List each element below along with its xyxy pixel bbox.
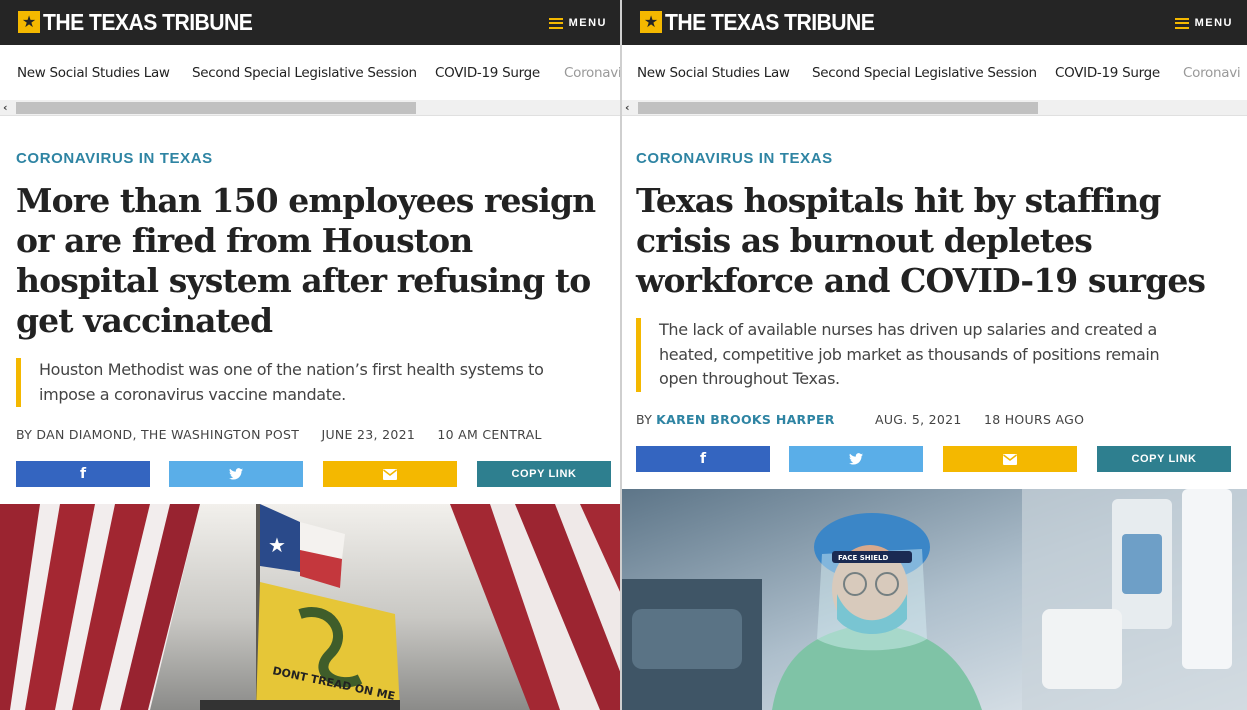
scroll-left-arrow-icon[interactable]: ‹ — [625, 101, 630, 115]
copy-link-label: COPY LINK — [1131, 453, 1197, 465]
scroll-thumb[interactable] — [16, 102, 416, 114]
byline-prefix: BY KAREN BROOKS HARPER — [636, 412, 835, 427]
topic-nav: New Social Studies Law Second Special Le… — [622, 45, 1247, 100]
nav-scrollbar[interactable]: ‹ — [622, 100, 1247, 116]
site-header: ★ THE TEXAS TRIBUNE MENU — [0, 0, 621, 45]
hamburger-icon — [1174, 17, 1189, 29]
nav-scrollbar[interactable]: ‹ — [0, 100, 621, 116]
nav-item-social-studies[interactable]: New Social Studies Law — [17, 65, 170, 81]
copy-link-label: COPY LINK — [511, 468, 577, 480]
article-headline: Texas hospitals hit by staffing crisis a… — [636, 181, 1206, 300]
nav-item-covid-surge[interactable]: COVID-19 Surge — [435, 65, 540, 81]
byline-date: JUNE 23, 2021 — [321, 427, 416, 442]
byline-author-link[interactable]: KAREN BROOKS HARPER — [656, 412, 835, 427]
twitter-icon — [229, 468, 243, 480]
scroll-left-arrow-icon[interactable]: ‹ — [3, 101, 8, 115]
menu-label: MENU — [568, 17, 607, 29]
email-share-button[interactable] — [323, 461, 457, 487]
facebook-share-button[interactable]: f — [16, 461, 150, 487]
byline-time: 18 HOURS AGO — [983, 412, 1085, 427]
scroll-thumb[interactable] — [638, 102, 1038, 114]
nav-item-special-session[interactable]: Second Special Legislative Session — [812, 65, 1037, 81]
twitter-icon — [849, 453, 863, 465]
twitter-share-button[interactable] — [169, 461, 303, 487]
email-share-button[interactable] — [943, 446, 1077, 472]
shield-text: FACE SHIELD — [838, 554, 888, 562]
nav-item-social-studies[interactable]: New Social Studies Law — [637, 65, 790, 81]
hamburger-icon — [548, 17, 563, 29]
svg-text:★: ★ — [268, 533, 286, 557]
logo-text: THE TEXAS TRIBUNE — [665, 8, 875, 35]
article-dek: The lack of available nurses has driven … — [636, 318, 1196, 392]
section-label[interactable]: CORONAVIRUS IN TEXAS — [16, 150, 213, 167]
article-dek: Houston Methodist was one of the nation’… — [16, 358, 586, 407]
menu-button[interactable]: MENU — [548, 14, 607, 32]
article-photo-nurse: FACE SHIELD — [622, 489, 1247, 710]
share-bar: f COPY LINK — [16, 461, 611, 487]
share-bar: f COPY LINK — [636, 446, 1231, 472]
facebook-icon: f — [699, 451, 707, 467]
menu-label: MENU — [1194, 17, 1233, 29]
facebook-share-button[interactable]: f — [636, 446, 770, 472]
site-logo[interactable]: ★ THE TEXAS TRIBUNE — [18, 9, 270, 35]
section-label[interactable]: CORONAVIRUS IN TEXAS — [636, 150, 833, 167]
nav-item-special-session[interactable]: Second Special Legislative Session — [192, 65, 417, 81]
envelope-icon — [383, 468, 397, 480]
envelope-icon — [1003, 453, 1017, 465]
logo-text: THE TEXAS TRIBUNE — [43, 8, 253, 35]
article-byline: BY KAREN BROOKS HARPER AUG. 5, 2021 18 HO… — [636, 412, 1102, 427]
nav-item-covid-surge[interactable]: COVID-19 Surge — [1055, 65, 1160, 81]
browser-panel-left: ★ THE TEXAS TRIBUNE MENU New Social Stud… — [0, 0, 621, 710]
site-logo[interactable]: ★ THE TEXAS TRIBUNE — [640, 9, 892, 35]
topic-nav: New Social Studies Law Second Special Le… — [0, 45, 621, 100]
article-headline: More than 150 employees resign or are fi… — [16, 181, 596, 340]
copy-link-button[interactable]: COPY LINK — [477, 461, 611, 487]
star-icon: ★ — [18, 11, 40, 33]
copy-link-button[interactable]: COPY LINK — [1097, 446, 1231, 472]
browser-panel-right: ★ THE TEXAS TRIBUNE MENU New Social Stud… — [622, 0, 1247, 710]
nav-item-coronavirus[interactable]: Coronavi — [564, 65, 621, 81]
twitter-share-button[interactable] — [789, 446, 923, 472]
menu-button[interactable]: MENU — [1174, 14, 1233, 32]
byline-time: 10 AM CENTRAL — [437, 427, 542, 442]
site-header: ★ THE TEXAS TRIBUNE MENU — [622, 0, 1247, 45]
nav-item-coronavirus[interactable]: Coronavi — [1183, 65, 1241, 81]
article-photo-flags: ★ DONT TREAD ON ME — [0, 504, 621, 710]
byline-author: BY DAN DIAMOND, THE WASHINGTON POST — [16, 427, 300, 442]
star-icon: ★ — [640, 11, 662, 33]
article-byline: BY DAN DIAMOND, THE WASHINGTON POST JUNE… — [16, 427, 560, 442]
byline-date: AUG. 5, 2021 — [875, 412, 962, 427]
facebook-icon: f — [79, 466, 87, 482]
